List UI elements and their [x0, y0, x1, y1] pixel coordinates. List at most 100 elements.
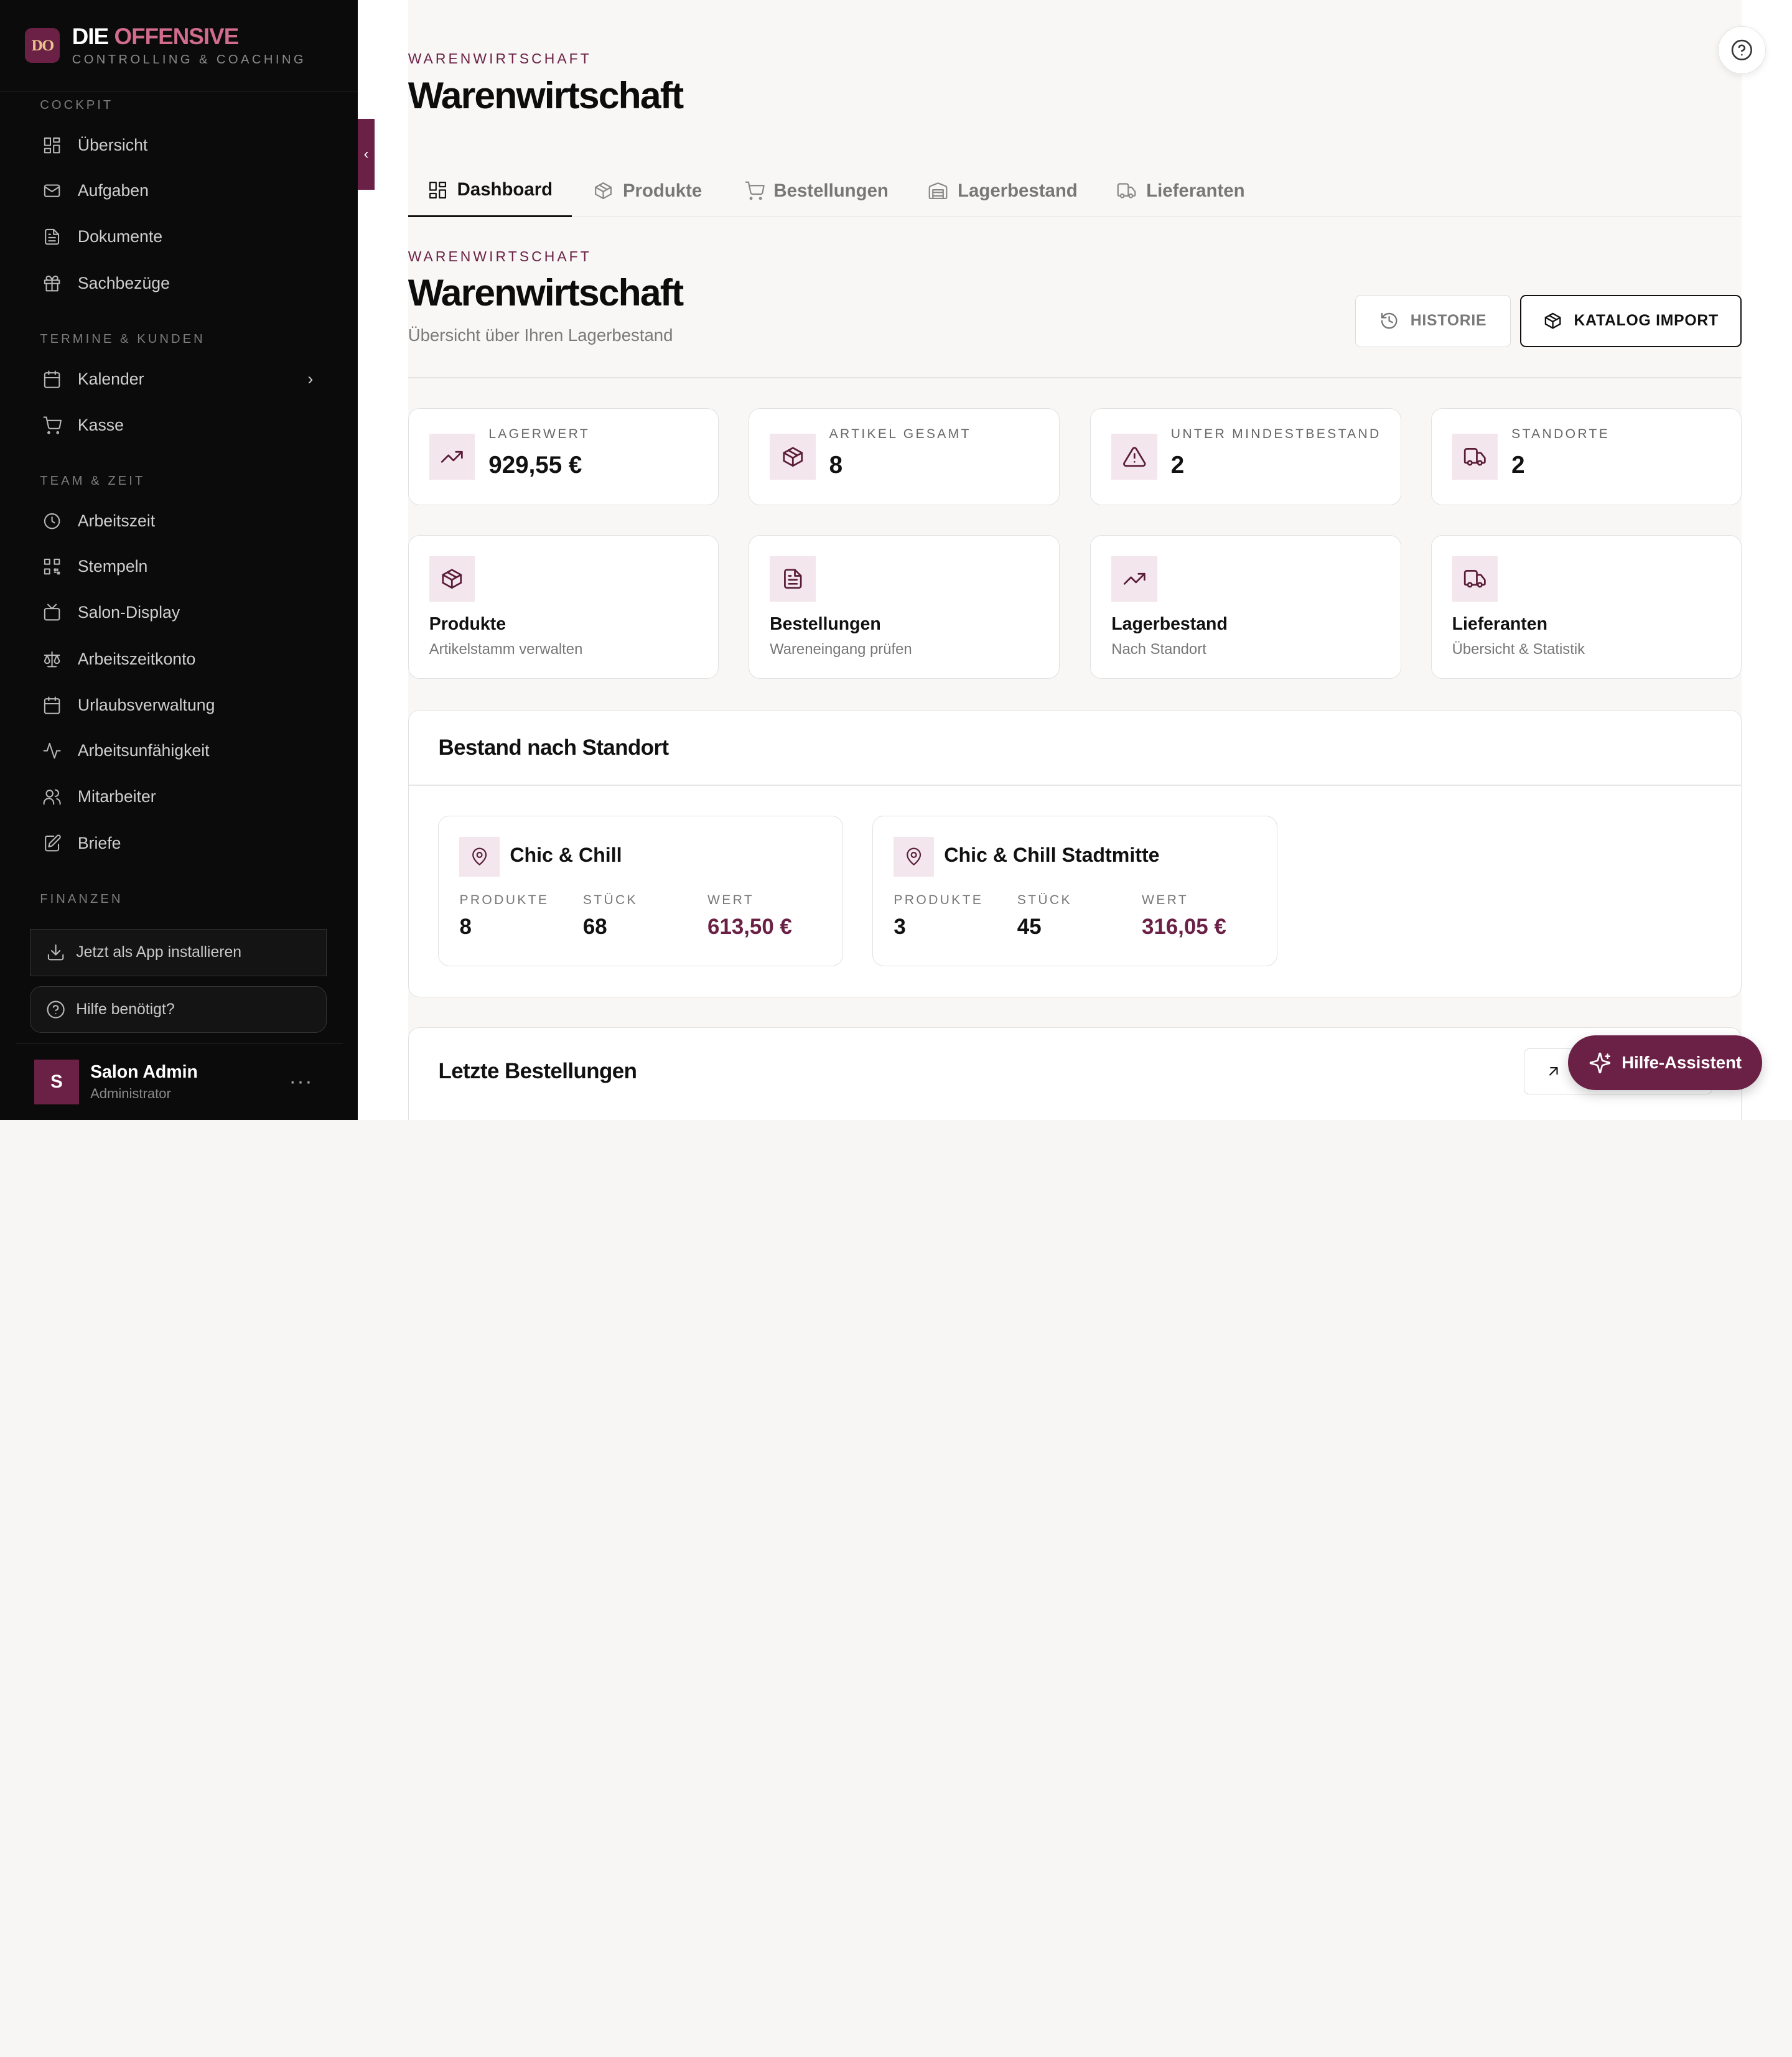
warning-icon: [1111, 434, 1157, 480]
sidebar-item-kalender[interactable]: Kalender ›: [27, 360, 332, 399]
tab-label: Produkte: [622, 180, 702, 201]
download-icon: [46, 943, 65, 962]
user-profile[interactable]: S Salon Admin Administrator ···: [16, 1043, 343, 1120]
help-needed-button[interactable]: Hilfe benötigt?: [29, 986, 327, 1033]
page-title: Warenwirtschaft: [408, 271, 684, 314]
brand[interactable]: DO DIE OFFENSIVE CONTROLLING & COACHING: [0, 0, 358, 91]
orders-panel-title: Letzte Bestellungen: [438, 1058, 637, 1083]
collapse-sidebar-button[interactable]: ‹: [357, 119, 375, 190]
location-pieces-label: STÜCK: [1017, 892, 1072, 907]
tab-lagerbestand[interactable]: Lagerbestand: [928, 164, 1078, 217]
dashboard-icon: [427, 180, 448, 200]
quick-link-title: Bestellungen: [770, 614, 881, 635]
tab-bestellungen[interactable]: Bestellungen: [744, 164, 889, 217]
help-assistant-label: Hilfe-Assistent: [1622, 1053, 1742, 1073]
users-icon: [42, 787, 62, 806]
install-app-label: Jetzt als App installieren: [76, 943, 242, 961]
sidebar-item-sachbezuege[interactable]: Sachbezüge: [27, 264, 332, 302]
tab-produkte[interactable]: Produkte: [593, 164, 702, 217]
quick-link-bestellungen[interactable]: Bestellungen Wareneingang prüfen: [749, 534, 1060, 679]
orders-panel: Letzte Bestellungen: [408, 1027, 1742, 1120]
help-button[interactable]: [1717, 26, 1766, 75]
chevron-right-icon: ›: [307, 370, 314, 389]
truck-icon: [1116, 180, 1137, 201]
catalog-import-label: KATALOG IMPORT: [1574, 312, 1719, 330]
tab-lieferanten[interactable]: Lieferanten: [1116, 164, 1245, 217]
catalog-import-button[interactable]: KATALOG IMPORT: [1519, 294, 1742, 348]
quick-link-title: Lieferanten: [1452, 614, 1547, 635]
document-icon: [42, 227, 62, 246]
sparkles-icon: [1589, 1052, 1612, 1075]
sidebar-item-arbeitsunfaehigkeit[interactable]: Arbeitsunfähigkeit: [27, 731, 332, 770]
help-assistant-button[interactable]: Hilfe-Assistent: [1567, 1035, 1763, 1091]
location-card[interactable]: Chic & Chill PRODUKTE STÜCK WERT 8 68 61…: [438, 815, 843, 966]
sidebar-item-uebersicht[interactable]: Übersicht: [27, 126, 332, 164]
location-name: Chic & Chill: [510, 843, 622, 866]
stat-value: 929,55 €: [488, 452, 582, 479]
sidebar-item-dokumente[interactable]: Dokumente: [27, 217, 332, 256]
warehouse-icon: [928, 180, 948, 201]
cart-icon: [42, 416, 62, 435]
quick-link-lieferanten[interactable]: Lieferanten Übersicht & Statistik: [1430, 534, 1742, 679]
box-icon: [770, 434, 816, 480]
stat-label: UNTER MINDESTBESTAND: [1170, 427, 1381, 442]
sidebar-item-mitarbeiter[interactable]: Mitarbeiter: [27, 777, 332, 816]
section-finanzen: FINANZEN: [40, 892, 123, 907]
location-value-label: WERT: [707, 892, 755, 907]
sidebar-item-label: Dokumente: [77, 226, 163, 246]
scale-icon: [42, 650, 62, 669]
section-cockpit: COCKPIT: [40, 98, 114, 112]
location-products-label: PRODUKTE: [894, 892, 984, 907]
sidebar-item-urlaubsverwaltung[interactable]: Urlaubsverwaltung: [27, 686, 332, 724]
tab-label: Lagerbestand: [958, 180, 1078, 201]
location-products-label: PRODUKTE: [459, 892, 549, 907]
history-icon: [1379, 311, 1399, 330]
sidebar-item-arbeitszeit[interactable]: Arbeitszeit: [27, 501, 332, 540]
header-kicker: WARENWIRTSCHAFT: [408, 50, 592, 67]
stat-value: 2: [1511, 452, 1525, 479]
sidebar-item-stempeln[interactable]: Stempeln: [27, 548, 332, 586]
history-button[interactable]: HISTORIE: [1355, 294, 1511, 348]
stat-value: 8: [829, 452, 843, 479]
brand-logo: DO: [25, 28, 60, 63]
sidebar-item-salon-display[interactable]: Salon-Display: [27, 593, 332, 632]
sidebar-item-label: Sachbezüge: [77, 273, 170, 292]
truck-icon: [1452, 434, 1498, 480]
locations-panel-title: Bestand nach Standort: [438, 735, 669, 760]
quick-link-desc: Wareneingang prüfen: [770, 640, 912, 658]
more-options-icon[interactable]: ···: [289, 1070, 314, 1094]
sidebar-item-briefe[interactable]: Briefe: [27, 824, 332, 862]
sidebar-item-label: Mitarbeiter: [77, 786, 156, 806]
mail-icon: [42, 181, 62, 200]
install-app-button[interactable]: Jetzt als App installieren: [29, 929, 327, 976]
sidebar-item-aufgaben[interactable]: Aufgaben: [27, 172, 332, 210]
help-icon: [1730, 39, 1753, 62]
map-pin-icon: [894, 836, 934, 877]
sidebar: DO DIE OFFENSIVE CONTROLLING & COACHING …: [0, 0, 358, 1120]
sidebar-item-label: Briefe: [77, 833, 121, 852]
qr-icon: [42, 557, 62, 576]
location-card[interactable]: Chic & Chill Stadtmitte PRODUKTE STÜCK W…: [872, 815, 1277, 966]
sidebar-item-label: Arbeitszeitkonto: [77, 650, 196, 669]
box-icon: [1543, 311, 1562, 330]
activity-icon: [42, 741, 62, 760]
quick-link-lagerbestand[interactable]: Lagerbestand Nach Standort: [1090, 534, 1401, 679]
quick-link-desc: Artikelstamm verwalten: [429, 640, 583, 658]
quick-link-produkte[interactable]: Produkte Artikelstamm verwalten: [408, 534, 719, 679]
box-icon: [593, 180, 614, 201]
map-pin-icon: [459, 836, 500, 877]
location-pieces-label: STÜCK: [582, 892, 638, 907]
stat-label: LAGERWERT: [488, 427, 590, 442]
brand-title-a: DIE: [72, 23, 109, 49]
tab-label: Lieferanten: [1146, 180, 1245, 201]
sidebar-item-label: Kasse: [77, 415, 124, 434]
sidebar-item-label: Salon-Display: [77, 602, 180, 622]
clock-icon: [42, 511, 62, 531]
tab-dashboard[interactable]: Dashboard: [408, 164, 572, 217]
page-kicker: WARENWIRTSCHAFT: [408, 248, 592, 264]
sidebar-item-kasse[interactable]: Kasse: [27, 406, 332, 444]
stat-value: 2: [1170, 452, 1185, 479]
sidebar-item-arbeitszeitkonto[interactable]: Arbeitszeitkonto: [27, 640, 332, 679]
calendar-icon: [42, 696, 62, 715]
cart-icon: [744, 180, 765, 201]
